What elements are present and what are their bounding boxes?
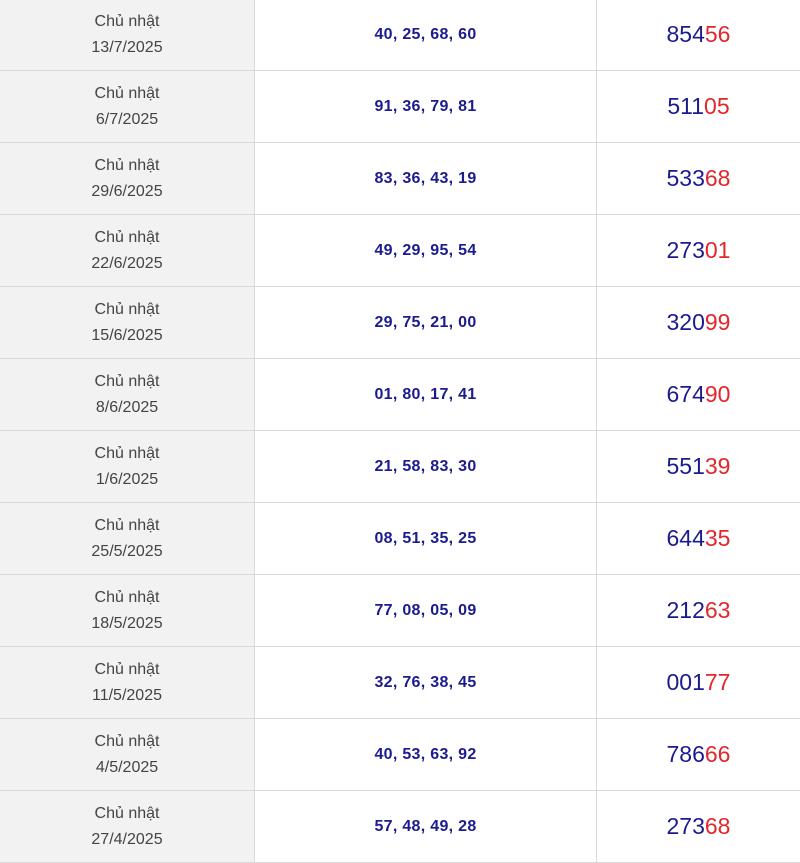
special-prize-tail: 77 (704, 669, 731, 695)
weekday-label: Chủ nhật (94, 372, 160, 390)
special-prize: 320 99 (597, 287, 800, 358)
weekday-label: Chủ nhật (94, 156, 160, 174)
special-prize-tail: 35 (704, 525, 731, 551)
date-cell: Chủ nhật 11/5/2025 (0, 647, 255, 718)
special-prize: 786 66 (597, 719, 800, 790)
loto-numbers: 83, 36, 43, 19 (255, 143, 597, 214)
loto-numbers: 29, 75, 21, 00 (255, 287, 597, 358)
loto-numbers: 08, 51, 35, 25 (255, 503, 597, 574)
draw-date: 18/5/2025 (91, 614, 163, 632)
special-prize-head: 511 (667, 93, 705, 119)
weekday-label: Chủ nhật (94, 516, 160, 534)
table-row: Chủ nhật 15/6/2025 29, 75, 21, 00 320 99 (0, 287, 800, 359)
results-table: Chủ nhật 13/7/2025 40, 25, 68, 60 854 56 … (0, 0, 800, 863)
special-prize: 212 63 (597, 575, 800, 646)
special-prize: 551 39 (597, 431, 800, 502)
special-prize: 511 05 (597, 71, 800, 142)
special-prize-head: 273 (666, 813, 705, 839)
date-cell: Chủ nhật 18/5/2025 (0, 575, 255, 646)
special-prize-head: 674 (666, 381, 705, 407)
draw-date: 1/6/2025 (95, 470, 159, 488)
draw-date: 8/6/2025 (95, 398, 159, 416)
weekday-label: Chủ nhật (94, 444, 160, 462)
draw-date: 4/5/2025 (95, 758, 159, 776)
date-cell: Chủ nhật 25/5/2025 (0, 503, 255, 574)
table-row: Chủ nhật 1/6/2025 21, 58, 83, 30 551 39 (0, 431, 800, 503)
table-row: Chủ nhật 29/6/2025 83, 36, 43, 19 533 68 (0, 143, 800, 215)
special-prize-head: 320 (666, 309, 705, 335)
loto-numbers: 57, 48, 49, 28 (255, 791, 597, 862)
special-prize: 001 77 (597, 647, 800, 718)
table-row: Chủ nhật 6/7/2025 91, 36, 79, 81 511 05 (0, 71, 800, 143)
special-prize-head: 854 (666, 21, 705, 47)
special-prize: 854 56 (597, 0, 800, 70)
special-prize-tail: 90 (704, 381, 731, 407)
date-cell: Chủ nhật 27/4/2025 (0, 791, 255, 862)
weekday-label: Chủ nhật (94, 12, 160, 30)
loto-numbers: 21, 58, 83, 30 (255, 431, 597, 502)
special-prize: 273 01 (597, 215, 800, 286)
special-prize: 533 68 (597, 143, 800, 214)
special-prize-tail: 68 (704, 165, 731, 191)
date-cell: Chủ nhật 4/5/2025 (0, 719, 255, 790)
loto-numbers: 40, 25, 68, 60 (255, 0, 597, 70)
date-cell: Chủ nhật 29/6/2025 (0, 143, 255, 214)
table-row: Chủ nhật 22/6/2025 49, 29, 95, 54 273 01 (0, 215, 800, 287)
weekday-label: Chủ nhật (94, 804, 160, 822)
draw-date: 13/7/2025 (91, 38, 163, 56)
special-prize-head: 644 (666, 525, 705, 551)
special-prize-head: 533 (666, 165, 705, 191)
loto-numbers: 91, 36, 79, 81 (255, 71, 597, 142)
date-cell: Chủ nhật 22/6/2025 (0, 215, 255, 286)
date-cell: Chủ nhật 6/7/2025 (0, 71, 255, 142)
special-prize-tail: 56 (704, 21, 731, 47)
weekday-label: Chủ nhật (94, 228, 160, 246)
draw-date: 22/6/2025 (91, 254, 163, 272)
loto-numbers: 01, 80, 17, 41 (255, 359, 597, 430)
loto-numbers: 40, 53, 63, 92 (255, 719, 597, 790)
special-prize-tail: 68 (704, 813, 731, 839)
table-row: Chủ nhật 18/5/2025 77, 08, 05, 09 212 63 (0, 575, 800, 647)
special-prize-tail: 01 (704, 237, 731, 263)
date-cell: Chủ nhật 15/6/2025 (0, 287, 255, 358)
special-prize-tail: 05 (704, 93, 730, 119)
date-cell: Chủ nhật 13/7/2025 (0, 0, 255, 70)
special-prize-tail: 66 (704, 741, 731, 767)
special-prize-head: 786 (666, 741, 705, 767)
special-prize-head: 551 (666, 453, 705, 479)
special-prize-head: 001 (666, 669, 705, 695)
loto-numbers: 32, 76, 38, 45 (255, 647, 597, 718)
loto-numbers: 77, 08, 05, 09 (255, 575, 597, 646)
draw-date: 29/6/2025 (91, 182, 163, 200)
weekday-label: Chủ nhật (94, 300, 160, 318)
table-row: Chủ nhật 8/6/2025 01, 80, 17, 41 674 90 (0, 359, 800, 431)
special-prize-tail: 63 (704, 597, 731, 623)
draw-date: 27/4/2025 (91, 830, 163, 848)
table-row: Chủ nhật 11/5/2025 32, 76, 38, 45 001 77 (0, 647, 800, 719)
special-prize-tail: 99 (704, 309, 731, 335)
table-row: Chủ nhật 4/5/2025 40, 53, 63, 92 786 66 (0, 719, 800, 791)
weekday-label: Chủ nhật (94, 84, 160, 102)
draw-date: 6/7/2025 (95, 110, 159, 128)
date-cell: Chủ nhật 8/6/2025 (0, 359, 255, 430)
date-cell: Chủ nhật 1/6/2025 (0, 431, 255, 502)
loto-numbers: 49, 29, 95, 54 (255, 215, 597, 286)
table-row: Chủ nhật 27/4/2025 57, 48, 49, 28 273 68 (0, 791, 800, 863)
draw-date: 25/5/2025 (91, 542, 163, 560)
weekday-label: Chủ nhật (94, 660, 160, 678)
special-prize-tail: 39 (704, 453, 731, 479)
special-prize: 273 68 (597, 791, 800, 862)
weekday-label: Chủ nhật (94, 588, 160, 606)
special-prize: 674 90 (597, 359, 800, 430)
special-prize: 644 35 (597, 503, 800, 574)
special-prize-head: 273 (666, 237, 705, 263)
draw-date: 11/5/2025 (92, 686, 162, 704)
table-row: Chủ nhật 13/7/2025 40, 25, 68, 60 854 56 (0, 0, 800, 71)
draw-date: 15/6/2025 (91, 326, 163, 344)
table-row: Chủ nhật 25/5/2025 08, 51, 35, 25 644 35 (0, 503, 800, 575)
special-prize-head: 212 (666, 597, 705, 623)
weekday-label: Chủ nhật (94, 732, 160, 750)
